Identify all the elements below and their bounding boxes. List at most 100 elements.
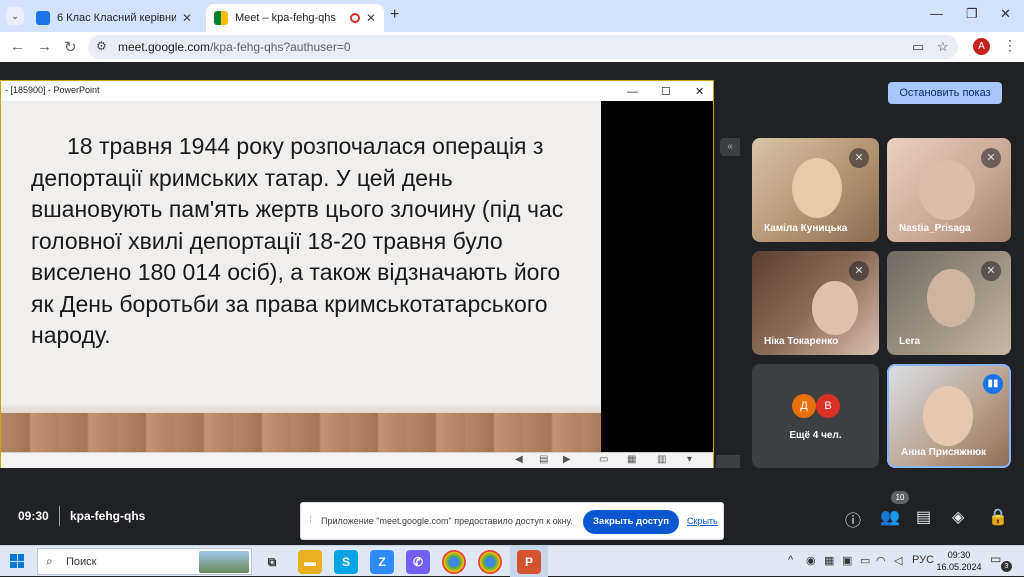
wifi-icon[interactable]: ◠: [876, 554, 886, 567]
speaking-indicator-icon: ▮▮: [983, 374, 1003, 394]
people-icon[interactable]: 👥: [880, 507, 900, 527]
reading-view-icon[interactable]: ▥: [657, 454, 666, 465]
slide-margin: [601, 101, 713, 452]
new-tab-button[interactable]: +: [390, 6, 399, 24]
tab-meet[interactable]: Meet – kpa-fehg-qhs ✕: [206, 4, 384, 32]
tray-expand-icon[interactable]: ^: [788, 554, 793, 566]
meet-icon: [214, 11, 228, 25]
reload-button[interactable]: ↻: [64, 38, 77, 56]
slide-wood-floor: [1, 413, 601, 452]
zoom-icon[interactable]: Z: [370, 550, 394, 574]
profile-avatar[interactable]: A: [973, 38, 990, 55]
powerpoint-icon[interactable]: P: [517, 550, 541, 574]
more-participants-tile[interactable]: Д В Ещё 4 чел.: [752, 364, 879, 468]
address-bar[interactable]: ⚙ meet.google.com/kpa-fehg-qhs?authuser=…: [88, 35, 958, 59]
window-title: - [185900] - PowerPoint: [5, 85, 100, 95]
activities-icon[interactable]: ◈: [952, 507, 964, 527]
windows-start-icon[interactable]: [10, 554, 24, 568]
powerpoint-title-bar: - [185900] - PowerPoint — ☐ ✕: [1, 81, 713, 100]
info-icon[interactable]: ⓘ: [845, 507, 861, 531]
participant-tile[interactable]: ✕ Nastia_Prisaga: [887, 138, 1011, 242]
network-icon[interactable]: ▭: [860, 554, 870, 567]
presentation-bottom-edge: [716, 455, 740, 468]
hide-link[interactable]: Скрыть: [687, 516, 718, 526]
participant-tile[interactable]: ✕ Lera: [887, 251, 1011, 355]
tray-icon[interactable]: ▣: [842, 554, 852, 567]
chrome-icon[interactable]: [442, 550, 466, 574]
tray-icon[interactable]: ▦: [824, 554, 834, 567]
shared-powerpoint-window: - [185900] - PowerPoint — ☐ ✕ 18 травня …: [0, 80, 714, 468]
clock-date: 16.05.2024: [936, 562, 982, 572]
divider: [59, 506, 60, 526]
file-explorer-icon[interactable]: ▬: [298, 550, 322, 574]
stop-sharing-button[interactable]: Остановить показ: [888, 82, 1002, 104]
back-button[interactable]: ←: [10, 38, 25, 55]
slide-body-text: 18 травня 1944 року розпочалася операція…: [31, 133, 564, 348]
notifications-icon[interactable]: ▭ 3: [990, 552, 1012, 572]
participant-name: Ніка Токаренко: [764, 336, 839, 347]
chrome-profile-icon[interactable]: [478, 550, 502, 574]
mic-off-icon: ✕: [981, 261, 1001, 281]
search-label: Поиск: [66, 556, 97, 568]
skype-icon[interactable]: S: [334, 550, 358, 574]
drag-handle-icon[interactable]: ⁞: [309, 515, 312, 526]
sharing-notice-bar: ⁞ Приложение "meet.google.com" предостав…: [300, 502, 724, 540]
taskbar-clock[interactable]: 09:30 16.05.2024: [934, 549, 984, 573]
avatar: В: [816, 394, 840, 418]
participant-count-badge: 10: [891, 491, 909, 504]
participant-tile[interactable]: ✕ Ніка Токаренко: [752, 251, 879, 355]
collapse-handle[interactable]: «: [720, 138, 740, 156]
site-info-icon[interactable]: ⚙: [96, 39, 107, 53]
browser-toolbar: ← → ↻ ⚙ meet.google.com/kpa-fehg-qhs?aut…: [0, 32, 1024, 62]
participant-video: [919, 160, 975, 220]
participant-video: [927, 269, 975, 327]
close-window-icon[interactable]: ✕: [1000, 6, 1011, 22]
mic-off-icon: ✕: [849, 261, 869, 281]
participant-tile-self[interactable]: ▮▮ Анна Присяжнюк: [887, 364, 1011, 468]
meeting-code: kpa-fehg-qhs: [70, 509, 146, 523]
slideshow-icon[interactable]: ▾: [687, 454, 692, 465]
viber-icon[interactable]: ✆: [406, 550, 430, 574]
language-indicator[interactable]: РУС: [912, 554, 934, 566]
browser-menu-icon[interactable]: ⋮: [1003, 37, 1017, 54]
participant-tile[interactable]: ✕ Каміла Куницька: [752, 138, 879, 242]
task-view-icon[interactable]: ⧉: [260, 550, 284, 574]
cast-icon[interactable]: ▭: [912, 39, 924, 55]
mic-off-icon: ✕: [849, 148, 869, 168]
minimize-icon[interactable]: —: [930, 6, 943, 21]
slide-menu-icon[interactable]: ▤: [539, 454, 548, 465]
chat-icon[interactable]: ▤: [916, 507, 931, 527]
next-slide-icon[interactable]: ▶: [563, 454, 571, 465]
search-icon: ⌕: [46, 554, 53, 568]
meeting-time: 09:30: [18, 509, 49, 523]
volume-icon[interactable]: ◁: [894, 554, 902, 567]
forward-button[interactable]: →: [37, 38, 52, 55]
participant-name: Nastia_Prisaga: [899, 223, 971, 234]
host-controls-icon[interactable]: 🔒: [988, 507, 1008, 527]
close-icon[interactable]: ✕: [695, 83, 704, 102]
bookmark-star-icon[interactable]: ☆: [937, 39, 949, 55]
normal-view-icon[interactable]: ▭: [599, 454, 608, 465]
tray-icon[interactable]: ◉: [806, 554, 816, 567]
url-text: meet.google.com/kpa-fehg-qhs?authuser=0: [118, 40, 351, 54]
tab-classroom[interactable]: 6 Клас Класний керівник: Кол ✕: [28, 4, 200, 32]
powerpoint-status-bar: ◀ ▤ ▶ ▭ ▦ ▥ ▾: [1, 452, 713, 468]
tab-search-icon[interactable]: ⌄: [6, 7, 24, 25]
restore-icon[interactable]: ❐: [966, 6, 978, 22]
stop-access-button[interactable]: Закрыть доступ: [583, 510, 679, 534]
minimize-icon[interactable]: —: [627, 83, 638, 102]
clock-time: 09:30: [947, 550, 971, 560]
windows-taskbar: ⌕ Поиск ⧉ ▬ S Z ✆ P ^ ◉ ▦ ▣ ▭ ◠ ◁ РУС 09…: [0, 545, 1024, 577]
participant-name: Lera: [899, 336, 921, 347]
presentation-slide: 18 травня 1944 року розпочалася операція…: [1, 101, 601, 452]
more-participants-label: Ещё 4 чел.: [789, 430, 842, 441]
taskbar-search[interactable]: ⌕ Поиск: [37, 548, 252, 575]
search-highlight-image: [199, 551, 249, 573]
maximize-icon[interactable]: ☐: [661, 83, 671, 102]
tab-title: 6 Клас Класний керівник: Кол: [57, 12, 176, 24]
slide-sorter-icon[interactable]: ▦: [627, 454, 636, 465]
close-tab-icon[interactable]: ✕: [182, 11, 192, 25]
recording-icon: [349, 13, 360, 23]
close-tab-icon[interactable]: ✕: [366, 11, 376, 25]
previous-slide-icon[interactable]: ◀: [515, 454, 523, 465]
